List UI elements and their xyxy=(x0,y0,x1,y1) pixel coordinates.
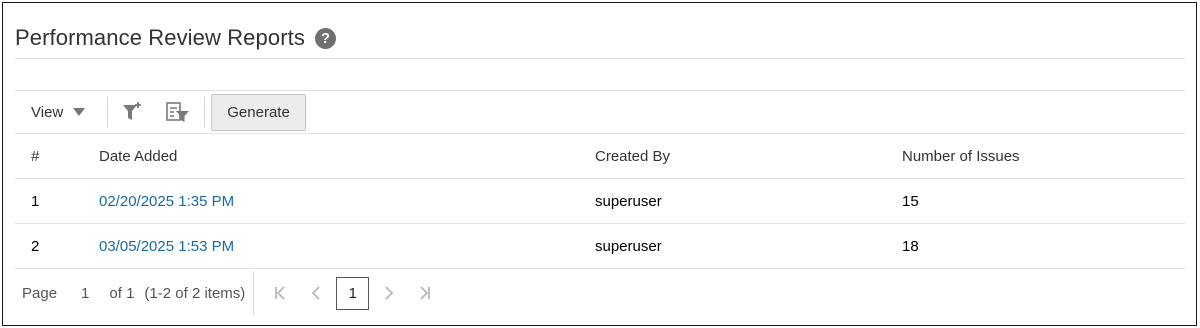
page-label: Page xyxy=(22,284,58,302)
report-panel: Performance Review Reports ? View Genera… xyxy=(2,2,1197,326)
page-count-label: of 1 xyxy=(109,284,135,302)
next-page-icon[interactable] xyxy=(371,277,407,309)
pager-separator xyxy=(253,271,255,315)
panel-header: Performance Review Reports ? xyxy=(15,21,336,55)
page-title: Performance Review Reports xyxy=(15,25,305,50)
first-page-icon[interactable] xyxy=(262,277,298,309)
pagination-bar: Page 1 of 1 (1-2 of 2 items) 1 xyxy=(15,271,615,315)
caret-down-icon xyxy=(73,108,86,116)
filter-add-icon[interactable] xyxy=(114,96,150,128)
toolbar-separator xyxy=(204,97,206,127)
help-icon[interactable]: ? xyxy=(314,27,336,49)
column-header-number-of-issues[interactable]: Number of Issues xyxy=(902,134,1020,178)
item-range-label: (1-2 of 2 items) xyxy=(144,284,246,302)
column-header-date-added[interactable]: Date Added xyxy=(99,134,177,178)
created-by-cell: superuser xyxy=(595,237,662,255)
divider xyxy=(15,58,1185,59)
toolbar: View Generate xyxy=(15,91,1185,133)
filter-row-icon[interactable] xyxy=(160,96,196,128)
table-header-row: # Date Added Created By Number of Issues xyxy=(15,134,1185,179)
last-page-icon[interactable] xyxy=(407,277,443,309)
date-added-link[interactable]: 02/20/2025 1:35 PM xyxy=(99,193,234,210)
toolbar-separator xyxy=(107,97,109,127)
issues-count-cell: 18 xyxy=(902,237,919,255)
current-page-button[interactable]: 1 xyxy=(336,276,370,310)
page-number-input[interactable]: 1 xyxy=(81,285,89,302)
table-row[interactable]: 1 02/20/2025 1:35 PM superuser 15 xyxy=(15,179,1185,224)
created-by-cell: superuser xyxy=(595,192,662,210)
date-added-link[interactable]: 03/05/2025 1:53 PM xyxy=(99,238,234,255)
row-number: 2 xyxy=(31,237,40,255)
reports-table: # Date Added Created By Number of Issues… xyxy=(15,134,1185,269)
column-header-created-by[interactable]: Created By xyxy=(595,134,670,178)
issues-count-cell: 15 xyxy=(902,192,919,210)
table-row[interactable]: 2 03/05/2025 1:53 PM superuser 18 xyxy=(15,224,1185,269)
column-header-number[interactable]: # xyxy=(31,134,39,178)
row-number: 1 xyxy=(31,192,40,210)
generate-button[interactable]: Generate xyxy=(211,93,306,131)
view-menu[interactable]: View xyxy=(15,103,86,121)
view-menu-label: View xyxy=(31,103,64,121)
previous-page-icon[interactable] xyxy=(298,277,334,309)
